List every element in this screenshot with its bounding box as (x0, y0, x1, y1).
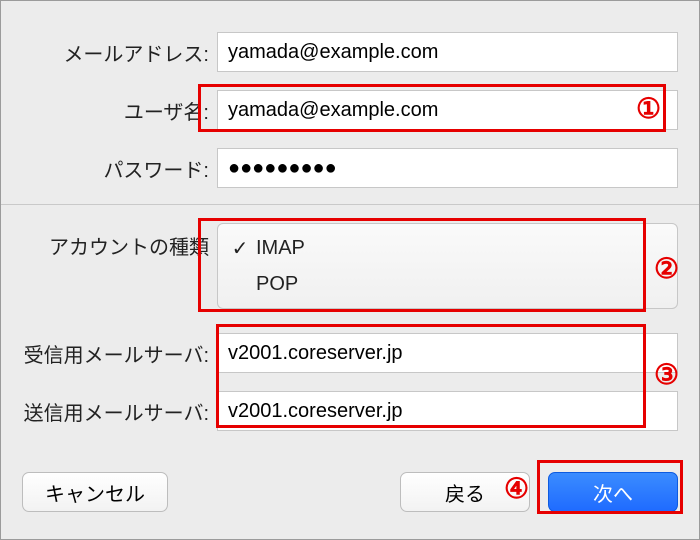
incoming-server-input[interactable] (217, 333, 678, 373)
account-type-option-imap[interactable]: ✓ IMAP (218, 230, 677, 266)
email-label: メールアドレス: (22, 38, 217, 67)
outgoing-server-row: 送信用メールサーバ: (22, 389, 678, 433)
outgoing-server-input[interactable] (217, 391, 678, 431)
account-type-select[interactable]: ✓ IMAP POP (217, 223, 678, 309)
username-label: ユーザ名: (22, 96, 217, 125)
account-type-option-label: POP (252, 273, 298, 296)
password-row: パスワード: (22, 146, 678, 190)
incoming-server-row: 受信用メールサーバ: (22, 331, 678, 375)
mail-account-form: メールアドレス: ユーザ名: パスワード: (0, 0, 700, 190)
cancel-button[interactable]: キャンセル (22, 472, 168, 512)
outgoing-server-label: 送信用メールサーバ: (22, 397, 217, 426)
password-label: パスワード: (22, 154, 217, 183)
username-row: ユーザ名: (22, 88, 678, 132)
button-bar: キャンセル 戻る 次へ (0, 472, 700, 512)
account-type-option-label: IMAP (252, 237, 305, 260)
account-type-label: アカウントの種類 (22, 223, 217, 260)
account-type-row: アカウントの種類 ✓ IMAP POP (22, 223, 678, 309)
incoming-server-label: 受信用メールサーバ: (22, 339, 217, 368)
next-button[interactable]: 次へ (548, 472, 678, 512)
section-divider (0, 204, 700, 205)
checkmark-icon: ✓ (228, 236, 252, 261)
account-type-option-pop[interactable]: POP (218, 266, 677, 302)
email-row: メールアドレス: (22, 30, 678, 74)
server-section: アカウントの種類 ✓ IMAP POP 受信用メールサーバ: 送信用メールサーバ… (0, 223, 700, 433)
password-input[interactable] (217, 148, 678, 188)
email-input[interactable] (217, 32, 678, 72)
username-input[interactable] (217, 90, 678, 130)
back-button[interactable]: 戻る (400, 472, 530, 512)
